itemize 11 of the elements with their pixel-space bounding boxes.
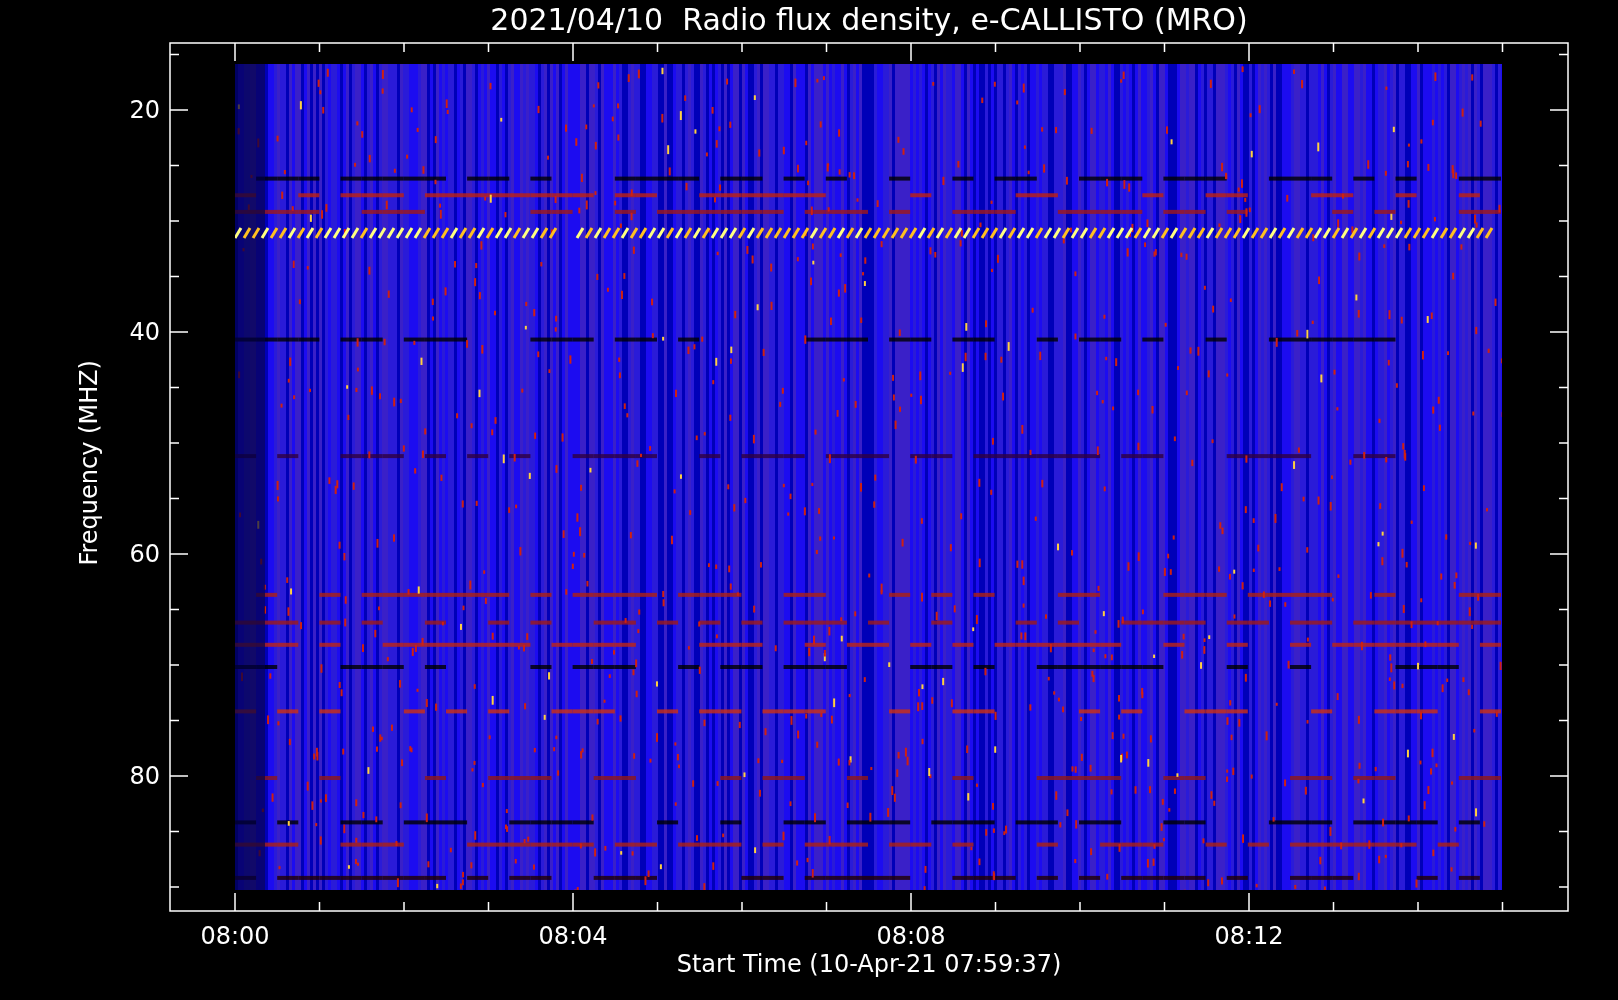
y-tick-label: 80 <box>128 762 160 790</box>
x-tick-label: 08:00 <box>199 922 271 950</box>
chart-title: 2021/04/10 Radio flux density, e-CALLISTO (MRO) <box>489 2 1249 38</box>
x-tick-label: 08:04 <box>537 922 609 950</box>
y-tick-label: 60 <box>128 540 160 568</box>
x-tick-label: 08:08 <box>875 922 947 950</box>
x-tick-label: 08:12 <box>1213 922 1285 950</box>
x-axis-label: Start Time (10-Apr-21 07:59:37) <box>675 950 1063 978</box>
y-tick-label: 40 <box>128 318 160 346</box>
y-axis-label: Frequency (MHZ) <box>76 360 102 566</box>
y-tick-label: 20 <box>128 96 160 124</box>
